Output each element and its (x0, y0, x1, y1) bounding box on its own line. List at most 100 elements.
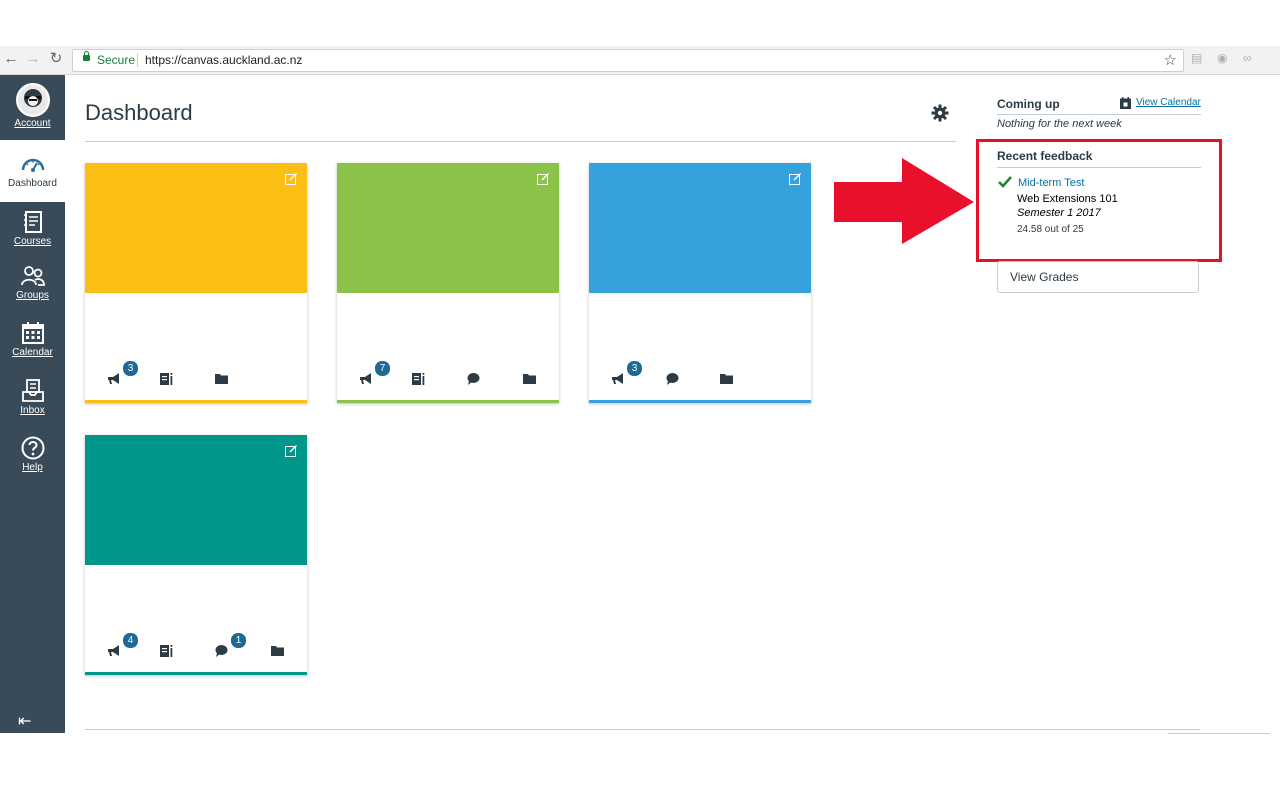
footer-divider (85, 729, 1200, 730)
card-action-bar: 3 (85, 360, 307, 392)
reload-icon[interactable]: ↻ (47, 50, 65, 68)
assignments-icon (160, 645, 173, 657)
unread-announcements-badge: 4 (122, 632, 139, 649)
card-nickname-edit-icon[interactable] (789, 173, 801, 185)
course-card-hero[interactable] (589, 163, 811, 293)
announcements-action[interactable]: 3 (608, 360, 643, 388)
courses-icon (23, 211, 42, 233)
discussion-bubble-icon (215, 645, 228, 657)
recent-feedback-title: Recent feedback (997, 149, 1093, 163)
title-divider (85, 141, 956, 142)
card-nickname-edit-icon[interactable] (285, 445, 297, 457)
account-avatar (15, 83, 50, 117)
files-action[interactable] (717, 368, 737, 388)
extension-icon[interactable]: ▤ (1191, 51, 1202, 65)
recent-feedback-divider (997, 167, 1201, 168)
card-color-strip (337, 400, 559, 403)
extension-eye-icon[interactable]: ◉ (1217, 51, 1227, 65)
nav-groups-label: Groups (16, 290, 49, 301)
files-action[interactable] (212, 368, 232, 388)
extension-glasses-icon[interactable]: ∞ (1243, 51, 1252, 65)
dashboard-icon (21, 158, 44, 172)
calendar-small-icon (1120, 97, 1131, 109)
card-color-strip (85, 400, 307, 403)
groups-icon (20, 266, 45, 286)
highlight-arrow-icon (834, 158, 974, 244)
announcements-action[interactable]: 7 (356, 360, 391, 388)
folder-icon (523, 374, 536, 384)
nav-inbox[interactable]: Inbox (0, 378, 65, 416)
unread-announcements-badge: 3 (626, 360, 643, 377)
announcements-action[interactable]: 3 (104, 360, 139, 388)
forward-arrow-icon[interactable]: → (24, 50, 42, 68)
unread-discussions-badge: 1 (230, 632, 247, 649)
feedback-course-name: Web Extensions 101 (1017, 193, 1118, 205)
assignments-icon (412, 373, 425, 385)
help-icon (21, 436, 44, 460)
course-card-hero[interactable] (85, 163, 307, 293)
discussions-action[interactable]: 1 (212, 632, 247, 660)
card-nickname-edit-icon[interactable] (537, 173, 549, 185)
assignments-icon (160, 373, 173, 385)
nav-courses-label: Courses (13, 236, 52, 247)
discussion-bubble-icon (467, 373, 480, 385)
nav-inbox-label: Inbox (20, 405, 45, 416)
nav-dashboard-label: Dashboard (8, 178, 57, 189)
global-navigation: Account Dashboard Courses Groups Calenda… (0, 75, 65, 733)
card-action-bar: 3 (589, 360, 811, 392)
card-action-bar: 4 1 (85, 632, 307, 664)
assignments-action[interactable] (157, 368, 177, 388)
nav-help[interactable]: Help (0, 435, 65, 473)
folder-icon (215, 374, 228, 384)
url-divider (137, 53, 138, 67)
course-card-hero[interactable] (85, 435, 307, 565)
discussions-action[interactable] (464, 368, 484, 388)
megaphone-icon (108, 645, 119, 656)
view-grades-button[interactable]: View Grades (997, 261, 1199, 293)
nav-account-label: Account (14, 118, 51, 129)
view-calendar-link[interactable]: View Calendar (1136, 97, 1201, 108)
collapse-nav-icon[interactable]: ⇤ (18, 711, 31, 731)
address-bar[interactable]: Secure https://canvas.auckland.ac.nz ☆ (72, 49, 1184, 72)
back-arrow-icon[interactable]: ← (2, 50, 20, 68)
megaphone-icon (360, 373, 371, 384)
course-card[interactable]: 3 (589, 163, 811, 403)
assignments-action[interactable] (157, 640, 177, 660)
feedback-term: Semester 1 2017 (1017, 207, 1101, 219)
inbox-icon (21, 379, 44, 402)
nav-account[interactable]: Account (0, 83, 65, 129)
url-text[interactable]: https://canvas.auckland.ac.nz (145, 53, 302, 67)
course-card[interactable]: 3 (85, 163, 307, 403)
nav-calendar[interactable]: Calendar (0, 320, 65, 358)
folder-icon (271, 646, 284, 656)
unread-announcements-badge: 7 (374, 360, 391, 377)
course-card-hero[interactable] (337, 163, 559, 293)
nav-dashboard[interactable]: Dashboard (0, 140, 65, 202)
bookmark-star-icon[interactable]: ☆ (1164, 51, 1177, 69)
nav-calendar-label: Calendar (12, 347, 53, 358)
nav-help-label: Help (22, 462, 43, 473)
discussions-action[interactable] (663, 368, 683, 388)
coming-up-empty-text: Nothing for the next week (997, 118, 1122, 130)
coming-up-divider (997, 114, 1201, 115)
megaphone-icon (612, 373, 623, 384)
files-action[interactable] (268, 640, 288, 660)
nav-courses[interactable]: Courses (0, 209, 65, 247)
course-card[interactable]: 7 (337, 163, 559, 403)
folder-icon (720, 374, 733, 384)
card-action-bar: 7 (337, 360, 559, 392)
nav-groups[interactable]: Groups (0, 263, 65, 301)
feedback-assignment-link[interactable]: Mid-term Test (1018, 177, 1084, 189)
calendar-icon (21, 322, 44, 344)
assignments-action[interactable] (409, 368, 429, 388)
course-card[interactable]: 4 1 (85, 435, 307, 675)
unread-announcements-badge: 3 (122, 360, 139, 377)
card-nickname-edit-icon[interactable] (285, 173, 297, 185)
dashboard-options-gear-icon[interactable] (930, 103, 950, 123)
browser-toolbar: ← → ↻ Secure https://canvas.auckland.ac.… (0, 46, 1280, 75)
coming-up-title: Coming up (997, 97, 1060, 111)
announcements-action[interactable]: 4 (104, 632, 139, 660)
page-title: Dashboard (85, 100, 193, 125)
check-icon (998, 176, 1012, 188)
files-action[interactable] (520, 368, 540, 388)
